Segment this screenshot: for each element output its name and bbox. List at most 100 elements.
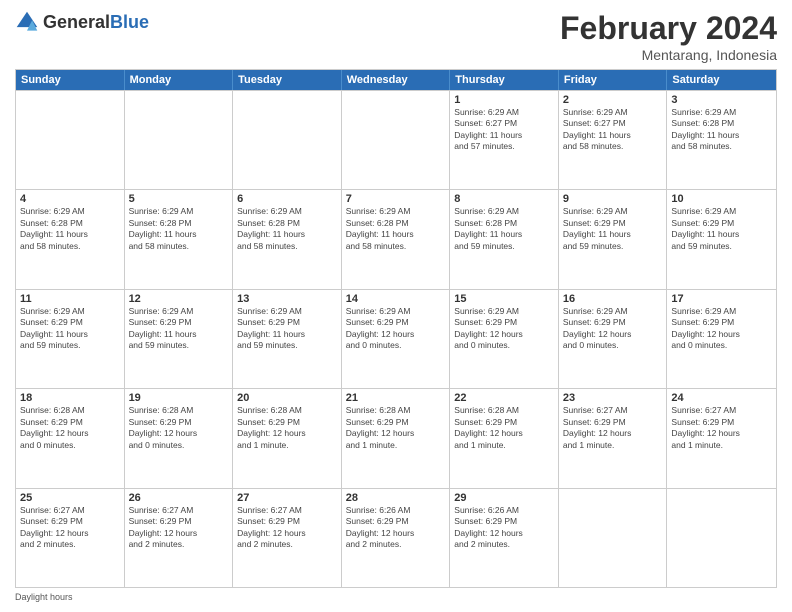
day-info: Sunrise: 6:28 AM Sunset: 6:29 PM Dayligh…	[454, 405, 554, 451]
day-info: Sunrise: 6:29 AM Sunset: 6:29 PM Dayligh…	[671, 206, 772, 252]
day-info: Sunrise: 6:29 AM Sunset: 6:28 PM Dayligh…	[346, 206, 446, 252]
cal-week-4: 25Sunrise: 6:27 AM Sunset: 6:29 PM Dayli…	[16, 488, 776, 587]
cal-cell: 7Sunrise: 6:29 AM Sunset: 6:28 PM Daylig…	[342, 190, 451, 288]
day-number: 13	[237, 293, 337, 305]
day-info: Sunrise: 6:28 AM Sunset: 6:29 PM Dayligh…	[346, 405, 446, 451]
day-info: Sunrise: 6:28 AM Sunset: 6:29 PM Dayligh…	[129, 405, 229, 451]
day-info: Sunrise: 6:29 AM Sunset: 6:29 PM Dayligh…	[237, 306, 337, 352]
day-number: 18	[20, 392, 120, 404]
day-number: 26	[129, 492, 229, 504]
month-year: February 2024	[560, 10, 777, 47]
cal-cell: 17Sunrise: 6:29 AM Sunset: 6:29 PM Dayli…	[667, 290, 776, 388]
day-number: 27	[237, 492, 337, 504]
cal-cell: 11Sunrise: 6:29 AM Sunset: 6:29 PM Dayli…	[16, 290, 125, 388]
day-info: Sunrise: 6:26 AM Sunset: 6:29 PM Dayligh…	[454, 505, 554, 551]
cal-cell: 5Sunrise: 6:29 AM Sunset: 6:28 PM Daylig…	[125, 190, 234, 288]
day-info: Sunrise: 6:27 AM Sunset: 6:29 PM Dayligh…	[671, 405, 772, 451]
cal-header-cell-monday: Monday	[125, 70, 234, 90]
cal-cell: 6Sunrise: 6:29 AM Sunset: 6:28 PM Daylig…	[233, 190, 342, 288]
day-number: 17	[671, 293, 772, 305]
cal-cell: 4Sunrise: 6:29 AM Sunset: 6:28 PM Daylig…	[16, 190, 125, 288]
cal-week-1: 4Sunrise: 6:29 AM Sunset: 6:28 PM Daylig…	[16, 189, 776, 288]
cal-cell: 18Sunrise: 6:28 AM Sunset: 6:29 PM Dayli…	[16, 389, 125, 487]
day-info: Sunrise: 6:29 AM Sunset: 6:28 PM Dayligh…	[671, 107, 772, 153]
cal-header-cell-friday: Friday	[559, 70, 668, 90]
cal-cell: 29Sunrise: 6:26 AM Sunset: 6:29 PM Dayli…	[450, 489, 559, 587]
day-info: Sunrise: 6:26 AM Sunset: 6:29 PM Dayligh…	[346, 505, 446, 551]
day-number: 21	[346, 392, 446, 404]
header: GeneralBlue February 2024 Mentarang, Ind…	[15, 10, 777, 63]
cal-cell: 25Sunrise: 6:27 AM Sunset: 6:29 PM Dayli…	[16, 489, 125, 587]
day-info: Sunrise: 6:29 AM Sunset: 6:28 PM Dayligh…	[454, 206, 554, 252]
day-info: Sunrise: 6:29 AM Sunset: 6:29 PM Dayligh…	[671, 306, 772, 352]
day-info: Sunrise: 6:28 AM Sunset: 6:29 PM Dayligh…	[20, 405, 120, 451]
logo: GeneralBlue	[15, 10, 149, 34]
cal-cell: 28Sunrise: 6:26 AM Sunset: 6:29 PM Dayli…	[342, 489, 451, 587]
day-info: Sunrise: 6:29 AM Sunset: 6:29 PM Dayligh…	[346, 306, 446, 352]
cal-cell: 14Sunrise: 6:29 AM Sunset: 6:29 PM Dayli…	[342, 290, 451, 388]
cal-cell: 1Sunrise: 6:29 AM Sunset: 6:27 PM Daylig…	[450, 91, 559, 189]
calendar: SundayMondayTuesdayWednesdayThursdayFrid…	[15, 69, 777, 588]
day-number: 1	[454, 94, 554, 106]
cal-cell: 8Sunrise: 6:29 AM Sunset: 6:28 PM Daylig…	[450, 190, 559, 288]
day-info: Sunrise: 6:29 AM Sunset: 6:29 PM Dayligh…	[129, 306, 229, 352]
cal-cell	[342, 91, 451, 189]
cal-cell	[16, 91, 125, 189]
day-number: 19	[129, 392, 229, 404]
day-number: 24	[671, 392, 772, 404]
day-number: 23	[563, 392, 663, 404]
cal-cell: 20Sunrise: 6:28 AM Sunset: 6:29 PM Dayli…	[233, 389, 342, 487]
footer-text: Daylight hours	[15, 592, 73, 602]
day-number: 28	[346, 492, 446, 504]
day-info: Sunrise: 6:27 AM Sunset: 6:29 PM Dayligh…	[129, 505, 229, 551]
day-number: 11	[20, 293, 120, 305]
cal-cell: 27Sunrise: 6:27 AM Sunset: 6:29 PM Dayli…	[233, 489, 342, 587]
cal-cell: 24Sunrise: 6:27 AM Sunset: 6:29 PM Dayli…	[667, 389, 776, 487]
day-number: 9	[563, 193, 663, 205]
day-number: 8	[454, 193, 554, 205]
day-info: Sunrise: 6:28 AM Sunset: 6:29 PM Dayligh…	[237, 405, 337, 451]
location: Mentarang, Indonesia	[560, 47, 777, 63]
day-number: 22	[454, 392, 554, 404]
day-info: Sunrise: 6:27 AM Sunset: 6:29 PM Dayligh…	[237, 505, 337, 551]
day-info: Sunrise: 6:29 AM Sunset: 6:29 PM Dayligh…	[563, 206, 663, 252]
cal-cell: 19Sunrise: 6:28 AM Sunset: 6:29 PM Dayli…	[125, 389, 234, 487]
day-info: Sunrise: 6:29 AM Sunset: 6:29 PM Dayligh…	[563, 306, 663, 352]
day-number: 16	[563, 293, 663, 305]
cal-cell	[667, 489, 776, 587]
day-number: 6	[237, 193, 337, 205]
cal-cell: 2Sunrise: 6:29 AM Sunset: 6:27 PM Daylig…	[559, 91, 668, 189]
footer: Daylight hours	[15, 592, 777, 602]
cal-cell: 26Sunrise: 6:27 AM Sunset: 6:29 PM Dayli…	[125, 489, 234, 587]
cal-header-cell-sunday: Sunday	[16, 70, 125, 90]
cal-cell: 22Sunrise: 6:28 AM Sunset: 6:29 PM Dayli…	[450, 389, 559, 487]
day-info: Sunrise: 6:27 AM Sunset: 6:29 PM Dayligh…	[20, 505, 120, 551]
day-info: Sunrise: 6:29 AM Sunset: 6:28 PM Dayligh…	[237, 206, 337, 252]
cal-week-2: 11 Sunrise: 6:29 AM Sunset: 6:29 PM Dayli…	[16, 289, 776, 388]
cal-cell: 12Sunrise: 6:29 AM Sunset: 6:29 PM Dayli…	[125, 290, 234, 388]
day-info: Sunrise: 6:29 AM Sunset: 6:29 PM Dayligh…	[454, 306, 554, 352]
cal-header-cell-saturday: Saturday	[667, 70, 776, 90]
day-info: Sunrise: 6:29 AM Sunset: 6:27 PM Dayligh…	[563, 107, 663, 153]
calendar-body: 1Sunrise: 6:29 AM Sunset: 6:27 PM Daylig…	[16, 90, 776, 587]
title-block: February 2024 Mentarang, Indonesia	[560, 10, 777, 63]
cal-cell: 23Sunrise: 6:27 AM Sunset: 6:29 PM Dayli…	[559, 389, 668, 487]
day-info: Sunrise: 6:27 AM Sunset: 6:29 PM Dayligh…	[563, 405, 663, 451]
day-number: 20	[237, 392, 337, 404]
logo-icon	[15, 10, 39, 34]
cal-week-0: 1Sunrise: 6:29 AM Sunset: 6:27 PM Daylig…	[16, 90, 776, 189]
cal-cell: 9Sunrise: 6:29 AM Sunset: 6:29 PM Daylig…	[559, 190, 668, 288]
day-info: Sunrise: 6:29 AM Sunset: 6:28 PM Dayligh…	[129, 206, 229, 252]
cal-cell: 21Sunrise: 6:28 AM Sunset: 6:29 PM Dayli…	[342, 389, 451, 487]
day-number: 14	[346, 293, 446, 305]
cal-week-3: 18Sunrise: 6:28 AM Sunset: 6:29 PM Dayli…	[16, 388, 776, 487]
cal-cell: 16Sunrise: 6:29 AM Sunset: 6:29 PM Dayli…	[559, 290, 668, 388]
calendar-header-row: SundayMondayTuesdayWednesdayThursdayFrid…	[16, 70, 776, 90]
cal-cell	[125, 91, 234, 189]
day-number: 7	[346, 193, 446, 205]
day-number: 10	[671, 193, 772, 205]
day-info: Sunrise: 6:29 AM Sunset: 6:27 PM Dayligh…	[454, 107, 554, 153]
day-info: Sunrise: 6:29 AM Sunset: 6:28 PM Dayligh…	[20, 206, 120, 252]
cal-header-cell-tuesday: Tuesday	[233, 70, 342, 90]
cal-header-cell-wednesday: Wednesday	[342, 70, 451, 90]
